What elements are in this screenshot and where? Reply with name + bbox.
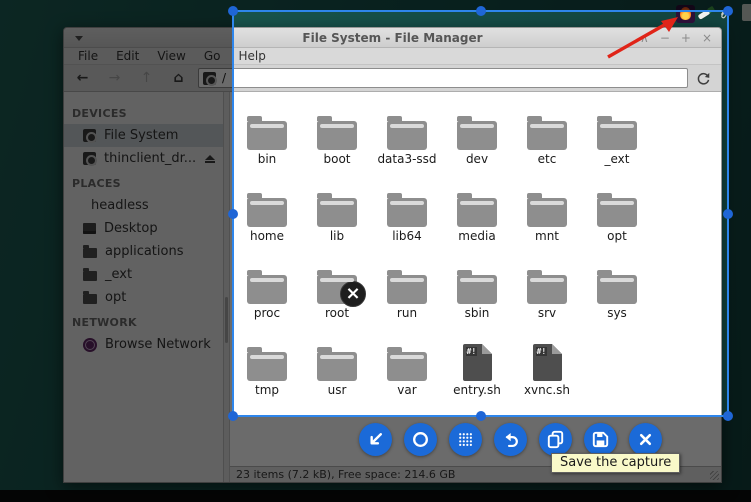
bottom-panel — [0, 490, 751, 502]
desktop: File System - File Manager ∧−+× FileEdit… — [0, 0, 751, 502]
sidebar-item-desktop[interactable]: Desktop — [64, 217, 223, 240]
partial-tray-icon[interactable] — [742, 4, 751, 21]
scrollbar-thumb[interactable] — [225, 297, 228, 343]
sidebar-item-label: headless — [91, 198, 149, 213]
sidebar-item-label: opt — [105, 290, 126, 305]
selection-handle-ml[interactable] — [228, 209, 238, 219]
sidebar-item-opt[interactable]: opt — [64, 286, 223, 309]
selection-handle-bm[interactable] — [476, 411, 486, 421]
selection-handle-br[interactable] — [723, 411, 733, 421]
sidebar-item-headless[interactable]: headless — [64, 194, 223, 217]
sidebar-item-label: thinclient_dr... — [104, 151, 196, 166]
selection-handle-tr[interactable] — [723, 6, 733, 16]
save-tooltip: Save the capture — [551, 453, 680, 473]
selection-handle-bl[interactable] — [228, 411, 238, 421]
ellipse-tool-button[interactable] — [404, 423, 437, 456]
close-icon — [634, 428, 657, 451]
sidebar-item-label: File System — [104, 128, 178, 143]
arrow-downleft-icon — [364, 428, 387, 451]
folder-small-icon — [83, 271, 97, 281]
sidebar-header-places: PLACES — [64, 170, 223, 194]
menu-file[interactable]: File — [69, 49, 107, 63]
undo-icon — [499, 428, 522, 451]
sidebar-item-ext[interactable]: _ext — [64, 263, 223, 286]
capture-selection-region[interactable] — [232, 10, 729, 417]
sidebar-item-thinclient-dr[interactable]: thinclient_dr... — [64, 147, 223, 170]
resize-selection-button[interactable] — [359, 423, 392, 456]
drive-icon — [203, 72, 216, 85]
sidebar-header-devices: DEVICES — [64, 100, 223, 124]
sidebar-scrollbar[interactable] — [224, 92, 230, 482]
sidebar-item-browse-network[interactable]: Browse Network — [64, 333, 223, 356]
sidebar-item-label: _ext — [105, 267, 132, 282]
desktop-icon — [83, 223, 96, 234]
selection-handle-mr[interactable] — [723, 209, 733, 219]
ellipse-icon — [409, 428, 432, 451]
sidebar-item-label: Browse Network — [105, 337, 211, 352]
drive-icon — [83, 152, 96, 165]
up-button[interactable]: ↑ — [135, 70, 158, 86]
sidebar-item-label: applications — [105, 244, 183, 259]
cancel-button[interactable] — [629, 423, 662, 456]
sidebar-item-file-system[interactable]: File System — [64, 124, 223, 147]
drive-icon — [83, 129, 96, 142]
capture-toolbar — [359, 423, 662, 456]
copy-icon — [544, 428, 567, 451]
statusbar-text: 23 items (7.2 kB), Free space: 214.6 GB — [236, 468, 455, 481]
selection-handle-tl[interactable] — [228, 6, 238, 16]
window-menu-icon[interactable] — [75, 36, 83, 41]
pixelate-tool-button[interactable] — [449, 423, 482, 456]
sidebar-item-label: Desktop — [104, 221, 158, 236]
selection-handle-tm[interactable] — [476, 6, 486, 16]
forward-button[interactable]: → — [103, 70, 126, 86]
menu-go[interactable]: Go — [195, 49, 230, 63]
undo-button[interactable] — [494, 423, 527, 456]
folder-small-icon — [83, 294, 97, 304]
sidebar-item-applications[interactable]: applications — [64, 240, 223, 263]
pixelate-icon — [454, 428, 477, 451]
sidebar: DEVICES File System thinclient_dr... PLACES… — [64, 92, 224, 482]
nav-buttons: ← → ↑ ⌂ — [71, 70, 190, 86]
folder-small-icon — [83, 248, 97, 258]
menu-edit[interactable]: Edit — [107, 49, 148, 63]
menu-view[interactable]: View — [148, 49, 194, 63]
eject-icon[interactable] — [205, 155, 215, 163]
save-icon — [589, 428, 612, 451]
copy-button[interactable] — [539, 423, 572, 456]
network-icon — [83, 338, 97, 352]
home-button[interactable]: ⌂ — [167, 70, 190, 86]
save-button[interactable] — [584, 423, 617, 456]
sidebar-header-network: NETWORK — [64, 309, 223, 333]
back-button[interactable]: ← — [71, 70, 94, 86]
path-text: / — [222, 71, 226, 85]
